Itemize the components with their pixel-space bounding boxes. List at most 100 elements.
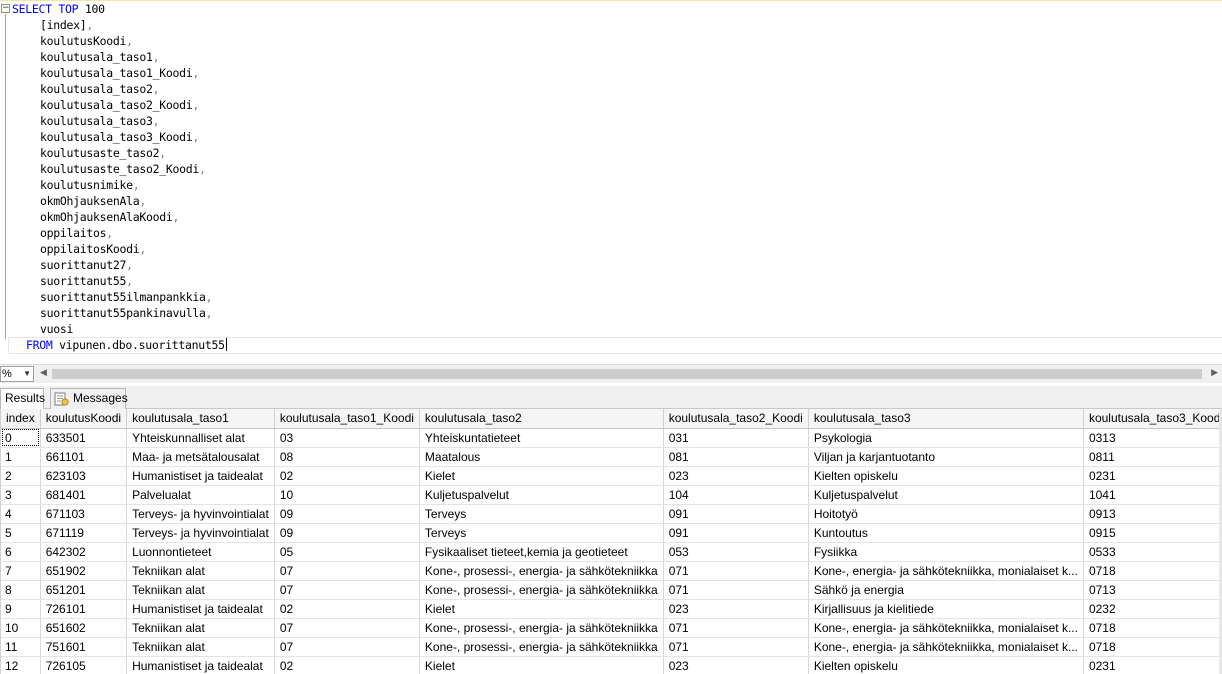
column-header[interactable]: index bbox=[1, 409, 41, 429]
table-cell[interactable]: Maatalous bbox=[419, 447, 664, 467]
column-header[interactable]: koulutusala_taso2 bbox=[419, 409, 664, 429]
table-cell[interactable]: 651902 bbox=[40, 561, 128, 581]
table-cell[interactable]: Tekniikan alat bbox=[126, 561, 275, 581]
table-cell[interactable]: Luonnontieteet bbox=[126, 542, 275, 562]
table-cell[interactable]: 651602 bbox=[40, 618, 128, 638]
table-cell[interactable]: 633501 bbox=[40, 428, 128, 448]
code-line-select[interactable]: SELECT TOP 100 bbox=[12, 1, 105, 17]
table-cell[interactable]: 0718 bbox=[1083, 637, 1222, 657]
table-cell[interactable]: 071 bbox=[663, 561, 809, 581]
table-cell[interactable]: 661101 bbox=[40, 447, 128, 467]
table-cell[interactable]: 071 bbox=[663, 637, 809, 657]
row-index-cell[interactable]: 10 bbox=[1, 618, 41, 638]
code-line-column[interactable]: oppilaitosKoodi, bbox=[40, 241, 146, 257]
table-cell[interactable]: Sähkö ja energia bbox=[808, 580, 1084, 600]
table-cell[interactable]: Terveys- ja hyvinvointialat bbox=[126, 523, 275, 543]
row-index-cell[interactable]: 5 bbox=[1, 523, 41, 543]
table-row[interactable]: 11 751601 Tekniikan alat 07 Kone-, prosessi-… bbox=[1, 637, 1222, 657]
table-cell[interactable]: 1041 bbox=[1083, 485, 1222, 505]
sql-editor[interactable]: − SELECT TOP 100 [index], koulutusKoodi, k… bbox=[0, 0, 1222, 360]
code-line-column[interactable]: koulutusala_taso3_Koodi, bbox=[40, 129, 199, 145]
table-cell[interactable]: 091 bbox=[663, 523, 809, 543]
table-cell[interactable]: Palvelualat bbox=[126, 485, 275, 505]
code-line-column[interactable]: koulutusaste_taso2_Koodi, bbox=[40, 161, 206, 177]
row-index-cell[interactable]: 9 bbox=[1, 599, 41, 619]
row-index-cell[interactable]: 0 bbox=[1, 428, 41, 448]
table-cell[interactable]: 671103 bbox=[40, 504, 128, 524]
results-grid[interactable]: index koulutusKoodi koulutusala_taso1 koulu… bbox=[0, 409, 1222, 674]
code-line-column[interactable]: okmOhjauksenAlaKoodi, bbox=[40, 209, 179, 225]
code-line-column[interactable]: koulutusnimike, bbox=[40, 177, 140, 193]
table-row[interactable]: 12 726105 Humanistiset ja taidealat 02 Kiele… bbox=[1, 656, 1222, 674]
table-cell[interactable]: 081 bbox=[663, 447, 809, 467]
code-line-column[interactable]: [index], bbox=[40, 17, 93, 33]
row-index-cell[interactable]: 3 bbox=[1, 485, 41, 505]
table-cell[interactable]: 751601 bbox=[40, 637, 128, 657]
table-cell[interactable]: Kone-, prosessi-, energia- ja sähkötekni… bbox=[419, 561, 664, 581]
scroll-left-icon[interactable]: ◀ bbox=[40, 368, 47, 378]
table-row[interactable]: 4 671103 Terveys- ja hyvinvointialat 09 Terv… bbox=[1, 504, 1222, 524]
horizontal-scrollbar-thumb[interactable] bbox=[52, 369, 1202, 379]
code-line-column[interactable]: koulutusala_taso3, bbox=[40, 113, 160, 129]
code-line-column[interactable]: okmOhjauksenAla, bbox=[40, 193, 146, 209]
table-cell[interactable]: 09 bbox=[274, 504, 420, 524]
code-line-column[interactable]: suorittanut27, bbox=[40, 257, 133, 273]
code-line-column[interactable]: koulutusala_taso1_Koodi, bbox=[40, 65, 199, 81]
row-index-cell[interactable]: 12 bbox=[1, 656, 41, 674]
tab-results[interactable]: Results bbox=[0, 388, 45, 410]
table-cell[interactable]: 671119 bbox=[40, 523, 128, 543]
column-header[interactable]: koulutusala_taso3_Koodi bbox=[1083, 409, 1222, 429]
column-header[interactable]: koulutusala_taso3 bbox=[808, 409, 1084, 429]
column-header[interactable]: koulutusala_taso1 bbox=[126, 409, 275, 429]
row-index-cell[interactable]: 7 bbox=[1, 561, 41, 581]
code-line-column[interactable]: vuosi bbox=[40, 321, 73, 337]
table-row[interactable]: 3 681401 Palvelualat 10 Kuljetuspalvelut 104 K… bbox=[1, 485, 1222, 505]
table-cell[interactable]: 0232 bbox=[1083, 599, 1222, 619]
table-cell[interactable]: 02 bbox=[274, 656, 420, 674]
table-cell[interactable]: 05 bbox=[274, 542, 420, 562]
table-cell[interactable]: 0915 bbox=[1083, 523, 1222, 543]
code-line-column[interactable]: oppilaitos, bbox=[40, 225, 113, 241]
table-row[interactable]: 1 661101 Maa- ja metsätalousalat 08 Maatalou… bbox=[1, 447, 1222, 467]
table-cell[interactable]: Terveys- ja hyvinvointialat bbox=[126, 504, 275, 524]
table-cell[interactable]: 0313 bbox=[1083, 428, 1222, 448]
column-header[interactable]: koulutusala_taso2_Koodi bbox=[663, 409, 809, 429]
table-cell[interactable]: Tekniikan alat bbox=[126, 580, 275, 600]
table-cell[interactable]: 726105 bbox=[40, 656, 128, 674]
table-cell[interactable]: 02 bbox=[274, 466, 420, 486]
code-line-column[interactable]: koulutusala_taso2, bbox=[40, 81, 160, 97]
table-cell[interactable]: Kone-, energia- ja sähkötekniikka, monia… bbox=[808, 637, 1084, 657]
tab-messages[interactable]: Messages bbox=[50, 388, 128, 409]
table-cell[interactable]: Psykologia bbox=[808, 428, 1084, 448]
table-cell[interactable]: Hoitotyö bbox=[808, 504, 1084, 524]
table-cell[interactable]: 0231 bbox=[1083, 656, 1222, 674]
column-header[interactable]: koulutusala_taso1_Koodi bbox=[274, 409, 420, 429]
row-index-cell[interactable]: 6 bbox=[1, 542, 41, 562]
table-cell[interactable]: 0913 bbox=[1083, 504, 1222, 524]
table-cell[interactable]: Tekniikan alat bbox=[126, 637, 275, 657]
table-cell[interactable]: Kirjallisuus ja kielitiede bbox=[808, 599, 1084, 619]
table-cell[interactable]: Fysikaaliset tieteet,kemia ja geotieteet bbox=[419, 542, 664, 562]
table-cell[interactable]: 071 bbox=[663, 618, 809, 638]
table-cell[interactable]: 10 bbox=[274, 485, 420, 505]
table-row[interactable]: 5 671119 Terveys- ja hyvinvointialat 09 Terv… bbox=[1, 523, 1222, 543]
table-cell[interactable]: 0718 bbox=[1083, 561, 1222, 581]
table-row[interactable]: 6 642302 Luonnontieteet 05 Fysikaaliset tiet… bbox=[1, 542, 1222, 562]
table-cell[interactable]: 0811 bbox=[1083, 447, 1222, 467]
table-cell[interactable]: 08 bbox=[274, 447, 420, 467]
table-cell[interactable]: 023 bbox=[663, 656, 809, 674]
code-line-column[interactable]: koulutusaste_taso2, bbox=[40, 145, 166, 161]
table-cell[interactable]: 104 bbox=[663, 485, 809, 505]
table-cell[interactable]: Terveys bbox=[419, 523, 664, 543]
row-index-cell[interactable]: 8 bbox=[1, 580, 41, 600]
table-row[interactable]: 10 651602 Tekniikan alat 07 Kone-, prosessi-… bbox=[1, 618, 1222, 638]
code-line-column[interactable]: suorittanut55pankinavulla, bbox=[40, 305, 213, 321]
table-cell[interactable]: Kuljetuspalvelut bbox=[808, 485, 1084, 505]
table-cell[interactable]: Yhteiskuntatieteet bbox=[419, 428, 664, 448]
table-cell[interactable]: Humanistiset ja taidealat bbox=[126, 466, 275, 486]
table-cell[interactable]: 07 bbox=[274, 580, 420, 600]
table-cell[interactable]: 651201 bbox=[40, 580, 128, 600]
code-line-column[interactable]: koulutusala_taso1, bbox=[40, 49, 160, 65]
table-row[interactable]: 2 623103 Humanistiset ja taidealat 02 Kielet… bbox=[1, 466, 1222, 486]
table-cell[interactable]: Kielten opiskelu bbox=[808, 466, 1084, 486]
